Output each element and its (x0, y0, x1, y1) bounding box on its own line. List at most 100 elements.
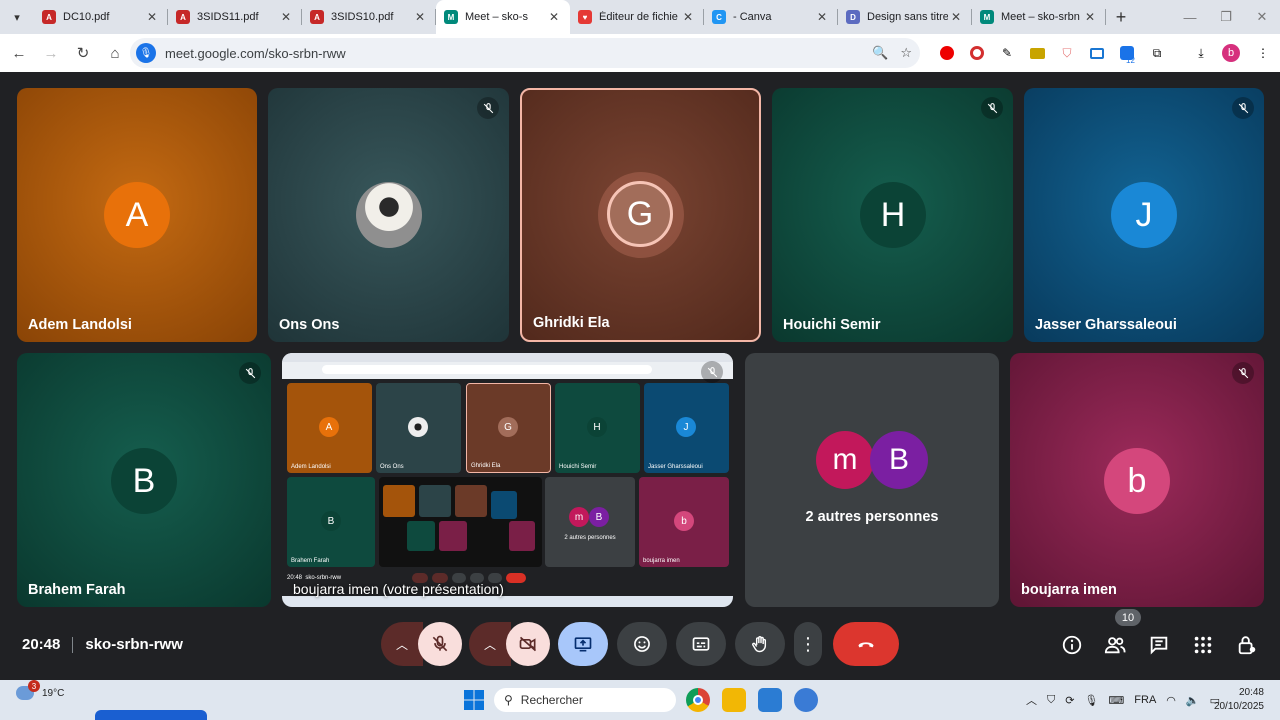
store-icon[interactable] (758, 688, 782, 712)
reload-icon[interactable]: ↻ (68, 38, 98, 68)
presentation-tile[interactable]: A Adem Landolsi Ons Ons G Ghridki Ela H … (282, 353, 733, 607)
sync-icon[interactable]: ⟳ (1065, 694, 1074, 707)
toggle-camera-button[interactable] (506, 622, 550, 666)
browser-tab[interactable]: ♥ Éditeur de fichie ✕ (570, 0, 704, 34)
download-icon[interactable]: ⤓ (1188, 34, 1214, 72)
eyedropper-icon[interactable]: ✎ (994, 34, 1020, 72)
chevron-up-icon[interactable]: ︿ (1026, 692, 1037, 708)
camera-app-icon[interactable] (794, 688, 818, 712)
participant-tile[interactable]: A Adem Landolsi (17, 88, 257, 342)
camera-off-icon (519, 636, 537, 652)
microphone-icon[interactable]: 🎙 (1084, 694, 1098, 707)
participant-tile[interactable]: B Brahem Farah (17, 353, 271, 607)
shield-extension-icon[interactable]: ⛉ (1054, 34, 1080, 72)
audio-options-button[interactable]: ︿ (381, 622, 423, 666)
tab-close-icon[interactable]: ✕ (412, 10, 428, 24)
tab-close-icon[interactable]: ✕ (144, 10, 160, 24)
browser-tab[interactable]: A DC10.pdf ✕ (34, 0, 168, 34)
people-icon (1104, 637, 1126, 654)
participant-tile[interactable]: H Houichi Semir (772, 88, 1013, 342)
host-controls-button[interactable] (1232, 632, 1262, 658)
present-icon (574, 637, 592, 652)
mini-avatar: G (498, 417, 518, 437)
extension-badge-count: 12 (1126, 56, 1135, 65)
wifi-icon[interactable]: ◠ (1166, 694, 1176, 707)
zoom-icon[interactable]: 🔍 (872, 45, 888, 61)
activities-button[interactable] (1188, 632, 1218, 658)
mini-name: Brahem Farah (291, 558, 330, 564)
windows-start-icon[interactable] (462, 688, 486, 712)
site-info-icon[interactable]: 🎙 (136, 43, 156, 63)
participant-name: boujarra imen (1021, 582, 1117, 598)
profile-initial: b (1222, 44, 1240, 62)
captions-button[interactable] (676, 622, 726, 666)
meeting-details-button[interactable] (1057, 632, 1087, 658)
chat-button[interactable] (1144, 632, 1174, 658)
close-window-icon[interactable]: ✕ (1244, 0, 1280, 34)
defender-icon[interactable]: ⛉ (1047, 694, 1055, 707)
tab-favicon-icon: A (42, 10, 56, 24)
browser-menu-icon[interactable]: ⋮ (1250, 34, 1276, 72)
mini-tile: J Jasser Gharssaleoui (644, 383, 729, 473)
participant-tile-speaking[interactable]: G Ghridki Ela (520, 88, 761, 342)
tab-close-icon[interactable]: ✕ (1082, 10, 1098, 24)
tab-close-icon[interactable]: ✕ (948, 10, 964, 24)
tab-favicon-icon: ♥ (578, 10, 592, 24)
tab-label: Éditeur de fichie (599, 11, 678, 23)
opera-extension-icon[interactable] (934, 34, 960, 72)
chrome-taskbar-icon[interactable] (686, 688, 710, 712)
chat-icon (1150, 636, 1168, 655)
wallet-extension-icon[interactable] (1024, 34, 1050, 72)
video-options-button[interactable]: ︿ (469, 622, 511, 666)
taskbar-search[interactable]: ⚲ Rechercher (494, 688, 676, 712)
participant-tile[interactable]: b boujarra imen (1010, 353, 1264, 607)
participant-tile[interactable]: J Jasser Gharssaleoui (1024, 88, 1264, 342)
tab-close-icon[interactable]: ✕ (680, 10, 696, 24)
taskbar-clock[interactable]: 20:48 20/10/2025 (1214, 686, 1264, 714)
browser-tab[interactable]: C - Canva ✕ (704, 0, 838, 34)
volume-icon[interactable]: 🔈 (1186, 694, 1200, 707)
extension-badge-icon[interactable]: 12 (1114, 34, 1140, 72)
more-options-button[interactable]: ⋮ (794, 622, 822, 666)
search-placeholder: Rechercher (520, 693, 583, 707)
tab-close-icon[interactable]: ✕ (278, 10, 294, 24)
participants-button[interactable] (1100, 632, 1130, 658)
weather-widget[interactable]: 3 19°C (16, 680, 64, 700)
file-explorer-icon[interactable] (722, 688, 746, 712)
leave-call-button[interactable] (833, 622, 899, 666)
browser-tab[interactable]: A 3SIDS11.pdf ✕ (168, 0, 302, 34)
mini-name: Houichi Semir (559, 464, 597, 470)
browser-tab[interactable]: D Design sans titre ✕ (838, 0, 972, 34)
muted-mic-icon (239, 362, 261, 384)
forward-icon[interactable]: → (36, 38, 66, 68)
present-screen-button[interactable] (558, 622, 608, 666)
record-extension-icon[interactable] (964, 34, 990, 72)
tab-close-icon[interactable]: ✕ (546, 10, 562, 24)
keyboard-icon[interactable]: ⌨ (1108, 694, 1124, 707)
tab-close-icon[interactable]: ✕ (814, 10, 830, 24)
tab-search-button[interactable]: ▾ (0, 0, 34, 34)
maximize-icon[interactable]: ❐ (1208, 0, 1244, 34)
new-tab-button[interactable]: + (1106, 0, 1136, 34)
minimize-icon[interactable]: — (1172, 0, 1208, 34)
screen-capture-icon[interactable] (1084, 34, 1110, 72)
address-bar[interactable]: 🎙 meet.google.com/sko-srbn-rww 🔍 ☆ (130, 38, 920, 68)
browser-tab[interactable]: M Meet – sko-srbn ✕ (972, 0, 1106, 34)
raise-hand-button[interactable] (735, 622, 785, 666)
info-icon (1062, 635, 1082, 655)
puzzle-extensions-icon[interactable]: ⧉ (1144, 34, 1170, 72)
others-avatar-1: m (816, 431, 874, 489)
back-icon[interactable]: ← (4, 38, 34, 68)
mini-tile: B Brahem Farah (287, 477, 375, 567)
browser-tab[interactable]: A 3SIDS10.pdf ✕ (302, 0, 436, 34)
home-icon[interactable]: ⌂ (100, 38, 130, 68)
url-text[interactable]: meet.google.com/sko-srbn-rww (165, 46, 346, 61)
language-indicator[interactable]: FRA (1134, 694, 1156, 706)
participant-tile[interactable]: Ons Ons (268, 88, 509, 342)
others-tile[interactable]: m B 2 autres personnes (745, 353, 999, 607)
profile-avatar[interactable]: b (1218, 34, 1244, 72)
toggle-mic-button[interactable] (418, 622, 462, 666)
browser-tab[interactable]: M Meet – sko-s ✕ (436, 0, 570, 34)
reactions-button[interactable] (617, 622, 667, 666)
bookmark-star-icon[interactable]: ☆ (900, 45, 912, 61)
